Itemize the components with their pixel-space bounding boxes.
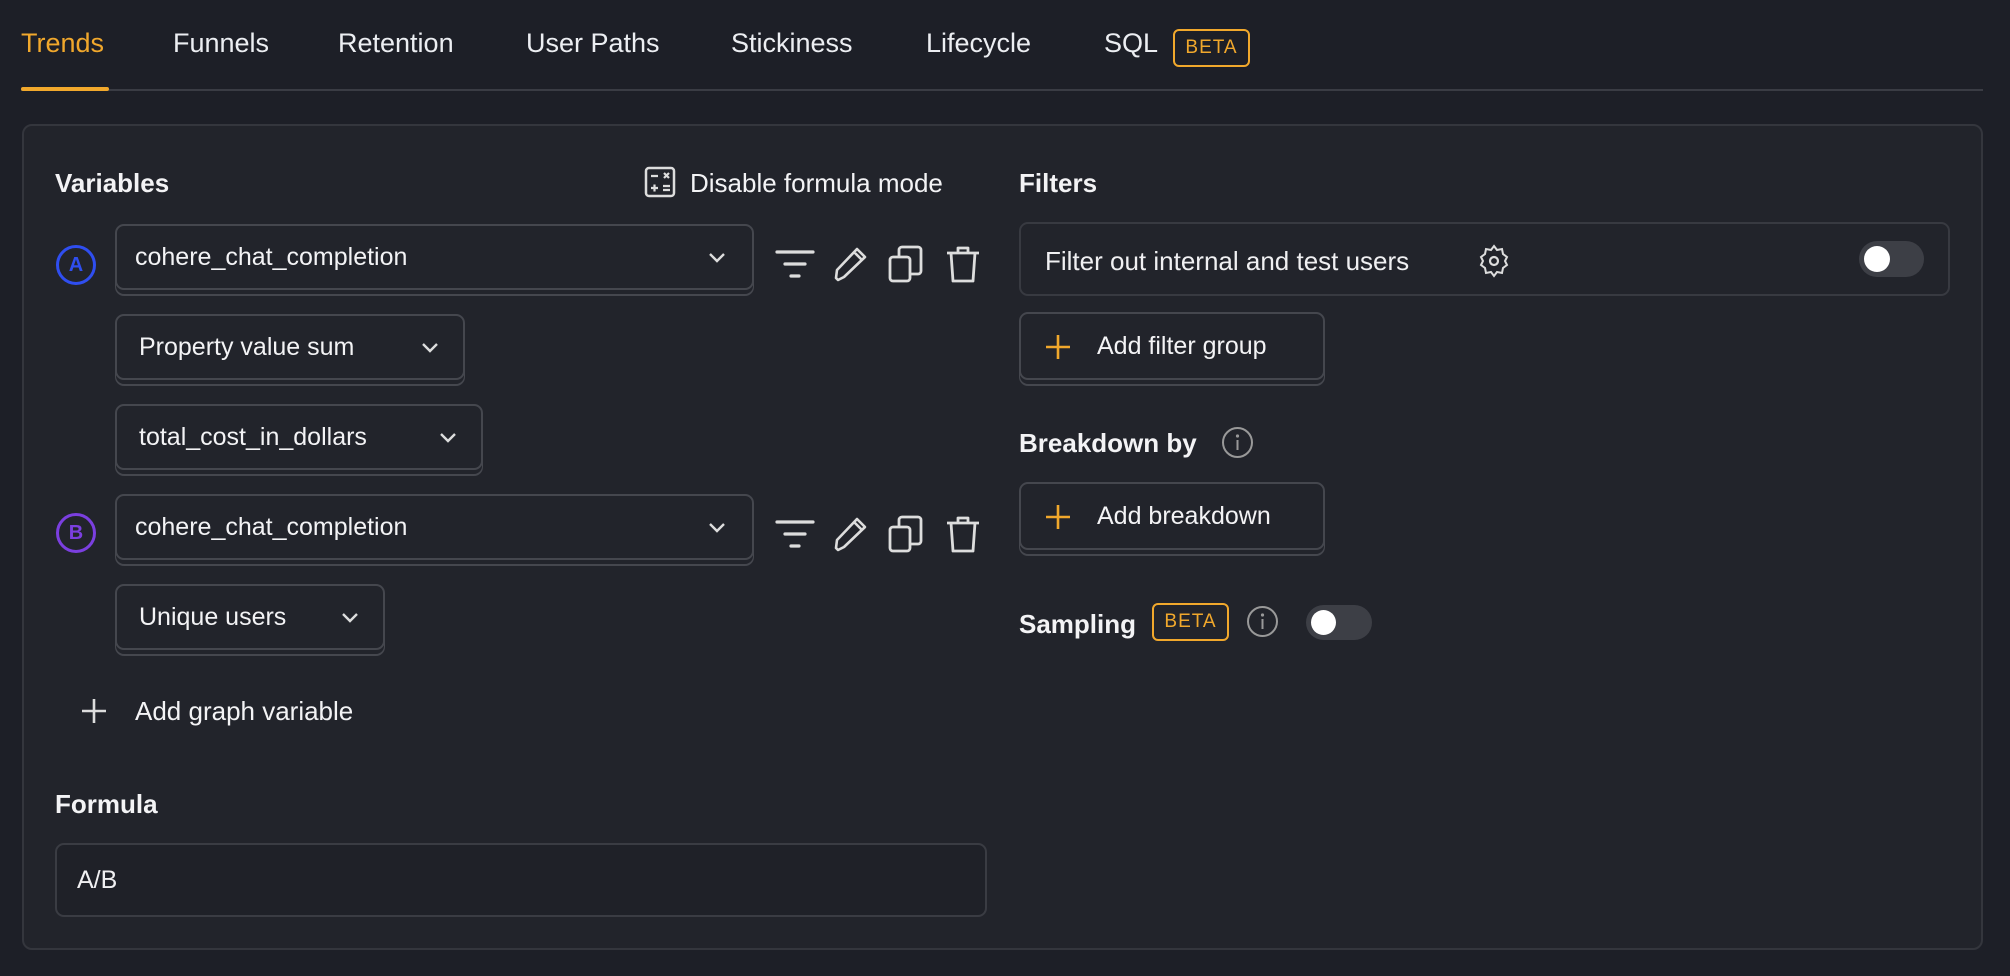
gear-icon[interactable] <box>1477 244 1511 278</box>
disable-formula-mode-button[interactable]: Disable formula mode <box>690 168 943 199</box>
chevron-down-icon <box>709 253 725 263</box>
info-icon[interactable] <box>1246 605 1279 638</box>
pencil-icon[interactable] <box>830 244 870 284</box>
sampling-toggle[interactable] <box>1306 605 1372 640</box>
filter-icon[interactable] <box>775 244 815 284</box>
plus-icon <box>82 699 106 723</box>
trash-icon[interactable] <box>943 244 983 284</box>
add-filter-group-label: Add filter group <box>1097 331 1267 360</box>
internal-users-label: Filter out internal and test users <box>1045 246 1410 276</box>
pencil-icon[interactable] <box>830 514 870 554</box>
formula-heading: Formula <box>55 789 158 819</box>
filter-icon[interactable] <box>775 514 815 554</box>
add-graph-variable-label: Add graph variable <box>135 695 354 726</box>
formula-input[interactable]: A/B <box>55 843 987 917</box>
beta-badge: BETA <box>1173 29 1250 67</box>
series-a-math-select[interactable]: Property value sum <box>115 314 465 380</box>
breakdown-heading: Breakdown by <box>1019 428 1197 458</box>
plus-icon <box>1046 335 1070 359</box>
event-name: cohere_chat_completion <box>135 512 408 541</box>
tab-divider <box>21 89 1983 91</box>
tab-retention[interactable]: Retention <box>338 28 454 59</box>
tab-stickiness[interactable]: Stickiness <box>731 28 853 59</box>
filters-heading: Filters <box>1019 168 1098 198</box>
series-a-property-select[interactable]: total_cost_in_dollars <box>115 404 483 470</box>
trash-icon[interactable] <box>943 514 983 554</box>
variables-heading: Variables <box>55 168 170 198</box>
tab-lifecycle[interactable]: Lifecycle <box>926 28 1031 59</box>
series-b-badge: B <box>56 513 96 553</box>
duplicate-icon[interactable] <box>886 244 926 284</box>
internal-users-toggle[interactable] <box>1859 241 1924 277</box>
internal-users-filter-row: Filter out internal and test users <box>1019 222 1950 296</box>
property-label: total_cost_in_dollars <box>139 422 367 451</box>
sampling-beta-badge: BETA <box>1152 603 1229 641</box>
series-b-event-select[interactable]: cohere_chat_completion <box>115 494 754 560</box>
math-label: Unique users <box>139 602 287 631</box>
sampling-heading: Sampling <box>1019 609 1137 639</box>
toggle-knob <box>1311 610 1336 635</box>
chevron-down-icon <box>422 343 438 353</box>
event-name: cohere_chat_completion <box>135 242 408 271</box>
add-breakdown-button[interactable]: Add breakdown <box>1019 482 1325 550</box>
tab-trends[interactable]: Trends <box>21 28 104 59</box>
add-graph-variable-button[interactable]: Add graph variable <box>80 696 500 726</box>
math-label: Property value sum <box>139 332 355 361</box>
chevron-down-icon <box>709 523 725 533</box>
tab-user-paths[interactable]: User Paths <box>526 28 660 59</box>
chevron-down-icon <box>342 613 358 623</box>
plus-icon <box>1046 505 1070 529</box>
series-a-event-select[interactable]: cohere_chat_completion <box>115 224 754 290</box>
active-tab-indicator <box>21 87 109 91</box>
series-b-math-select[interactable]: Unique users <box>115 584 385 650</box>
duplicate-icon[interactable] <box>886 514 926 554</box>
toggle-knob <box>1864 246 1890 272</box>
series-a-badge: A <box>56 245 96 285</box>
add-filter-group-button[interactable]: Add filter group <box>1019 312 1325 380</box>
tab-funnels[interactable]: Funnels <box>173 28 269 59</box>
chevron-down-icon <box>440 433 456 443</box>
add-breakdown-label: Add breakdown <box>1097 501 1271 530</box>
info-icon[interactable] <box>1221 426 1254 459</box>
calculator-icon[interactable] <box>644 166 676 198</box>
tab-sql[interactable]: SQL <box>1104 28 1158 59</box>
